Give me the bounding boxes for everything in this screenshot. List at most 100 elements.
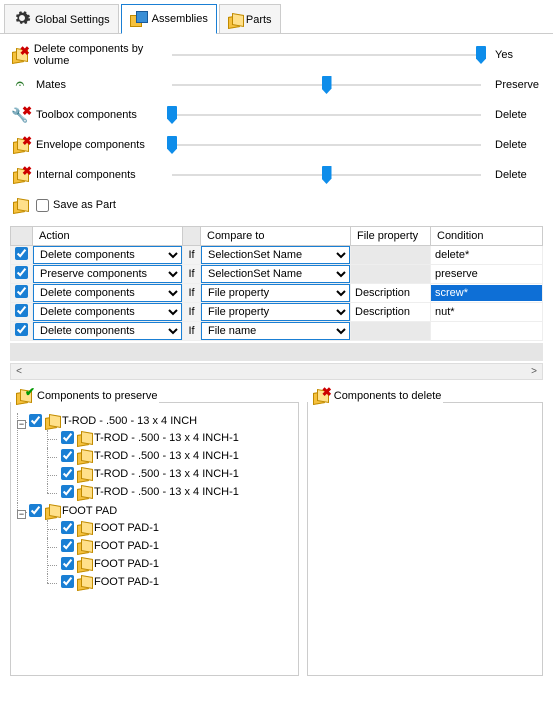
- horizontal-scrollbar[interactable]: < >: [10, 363, 543, 380]
- tree-label: FOOT PAD: [62, 505, 117, 517]
- if-label: If: [183, 284, 201, 303]
- condition-value[interactable]: nut*: [431, 304, 542, 320]
- tree-label: FOOT PAD-1: [94, 522, 159, 534]
- condition-value[interactable]: preserve: [431, 266, 542, 282]
- mates-icon: 𝄐: [10, 76, 30, 94]
- col-condition[interactable]: Condition: [431, 227, 543, 246]
- rule-enable-checkbox[interactable]: [15, 304, 28, 317]
- tree-checkbox[interactable]: [61, 521, 74, 534]
- compare-select[interactable]: File property: [201, 284, 350, 302]
- tree-checkbox[interactable]: [61, 431, 74, 444]
- preserve-tree[interactable]: − T-ROD - .500 - 13 x 4 INCH T-ROD - .50…: [11, 409, 298, 675]
- slider-internal[interactable]: [172, 164, 481, 186]
- rule-enable-checkbox[interactable]: [15, 266, 28, 279]
- compare-select[interactable]: SelectionSet Name: [201, 265, 350, 283]
- tree-checkbox[interactable]: [61, 467, 74, 480]
- condition-value[interactable]: delete*: [431, 247, 542, 263]
- action-select[interactable]: Preserve components: [33, 265, 182, 283]
- tree-item[interactable]: − FOOT PAD FOOT PAD-1 FOOT PAD-1 FOOT PA…: [17, 503, 294, 593]
- expander-icon[interactable]: −: [17, 510, 26, 519]
- action-select[interactable]: Delete components: [33, 246, 182, 264]
- part-icon: [77, 450, 91, 462]
- tree-label: T-ROD - .500 - 13 x 4 INCH: [62, 415, 197, 427]
- option-label: Internal components: [36, 169, 136, 181]
- table-row[interactable]: Delete components If SelectionSet Name d…: [11, 246, 543, 265]
- action-select[interactable]: Delete components: [33, 284, 182, 302]
- tab-parts[interactable]: Parts: [219, 4, 281, 34]
- tree-checkbox[interactable]: [29, 414, 42, 427]
- toolbox-icon: 🔧✖: [10, 106, 30, 124]
- expander-icon[interactable]: −: [17, 420, 26, 429]
- tree-item[interactable]: T-ROD - .500 - 13 x 4 INCH-1: [47, 430, 294, 448]
- fileprop-value[interactable]: [351, 329, 430, 333]
- options-area: ✖ Delete components by volume Yes 𝄐 Mate…: [0, 34, 553, 226]
- tree-item[interactable]: FOOT PAD-1: [47, 556, 294, 574]
- if-label: If: [183, 246, 201, 265]
- tree-checkbox[interactable]: [61, 449, 74, 462]
- fileprop-value[interactable]: [351, 253, 430, 257]
- slider-envelope[interactable]: [172, 134, 481, 156]
- slider-value: Preserve: [487, 79, 543, 91]
- tab-bar: Global Settings Assemblies Parts: [0, 0, 553, 34]
- condition-value[interactable]: screw*: [431, 285, 542, 301]
- scroll-left-icon[interactable]: <: [11, 364, 27, 379]
- table-footer-bar: [10, 343, 543, 361]
- compare-select[interactable]: File property: [201, 303, 350, 321]
- tree-checkbox[interactable]: [29, 504, 42, 517]
- part-icon: [77, 486, 91, 498]
- fileprop-value[interactable]: [351, 272, 430, 276]
- action-select[interactable]: Delete components: [33, 322, 182, 340]
- compare-select[interactable]: File name: [201, 322, 350, 340]
- tree-item[interactable]: FOOT PAD-1: [47, 574, 294, 592]
- envelope-icon: ✖: [10, 136, 30, 154]
- scroll-right-icon[interactable]: >: [526, 364, 542, 379]
- tree-item[interactable]: − T-ROD - .500 - 13 x 4 INCH T-ROD - .50…: [17, 413, 294, 503]
- internal-icon: ✖: [10, 166, 30, 184]
- rule-enable-checkbox[interactable]: [15, 285, 28, 298]
- delete-icon: ✖: [310, 387, 330, 405]
- condition-value[interactable]: [431, 329, 542, 333]
- save-as-part-checkbox[interactable]: [36, 199, 49, 212]
- part-icon: [77, 558, 91, 570]
- tree-item[interactable]: FOOT PAD-1: [47, 520, 294, 538]
- table-row[interactable]: Delete components If File property Descr…: [11, 284, 543, 303]
- slider-toolbox[interactable]: [172, 104, 481, 126]
- slider-value: Yes: [487, 49, 543, 61]
- part-icon: [77, 468, 91, 480]
- delete-tree[interactable]: [308, 409, 542, 675]
- tab-label: Parts: [246, 14, 272, 26]
- table-row[interactable]: Delete components If File property Descr…: [11, 303, 543, 322]
- part-icon: [77, 540, 91, 552]
- rule-enable-checkbox[interactable]: [15, 323, 28, 336]
- table-row[interactable]: Delete components If File name: [11, 322, 543, 341]
- compare-select[interactable]: SelectionSet Name: [201, 246, 350, 264]
- col-compare[interactable]: Compare to: [201, 227, 351, 246]
- slider-delete-by-volume[interactable]: [172, 44, 481, 66]
- slider-mates[interactable]: [172, 74, 481, 96]
- option-label: Toolbox components: [36, 109, 137, 121]
- slider-value: Delete: [487, 139, 543, 151]
- fileprop-value[interactable]: Description: [351, 285, 430, 301]
- tab-assemblies[interactable]: Assemblies: [121, 4, 217, 34]
- panel-delete: ✖ Components to delete: [307, 402, 543, 676]
- tree-item[interactable]: T-ROD - .500 - 13 x 4 INCH-1: [47, 466, 294, 484]
- tree-item[interactable]: T-ROD - .500 - 13 x 4 INCH-1: [47, 484, 294, 502]
- tree-label: T-ROD - .500 - 13 x 4 INCH-1: [94, 486, 239, 498]
- tree-checkbox[interactable]: [61, 539, 74, 552]
- tree-item[interactable]: T-ROD - .500 - 13 x 4 INCH-1: [47, 448, 294, 466]
- tree-checkbox[interactable]: [61, 575, 74, 588]
- tree-item[interactable]: FOOT PAD-1: [47, 538, 294, 556]
- action-select[interactable]: Delete components: [33, 303, 182, 321]
- col-action[interactable]: Action: [33, 227, 183, 246]
- part-icon: [45, 415, 59, 427]
- tab-label: Global Settings: [35, 14, 110, 26]
- assembly-icon: [130, 11, 148, 27]
- panel-title: Components to preserve: [37, 390, 157, 402]
- table-row[interactable]: Preserve components If SelectionSet Name…: [11, 265, 543, 284]
- fileprop-value[interactable]: Description: [351, 304, 430, 320]
- col-fileprop[interactable]: File property: [351, 227, 431, 246]
- tree-checkbox[interactable]: [61, 485, 74, 498]
- tree-checkbox[interactable]: [61, 557, 74, 570]
- tab-global-settings[interactable]: Global Settings: [4, 4, 119, 34]
- rule-enable-checkbox[interactable]: [15, 247, 28, 260]
